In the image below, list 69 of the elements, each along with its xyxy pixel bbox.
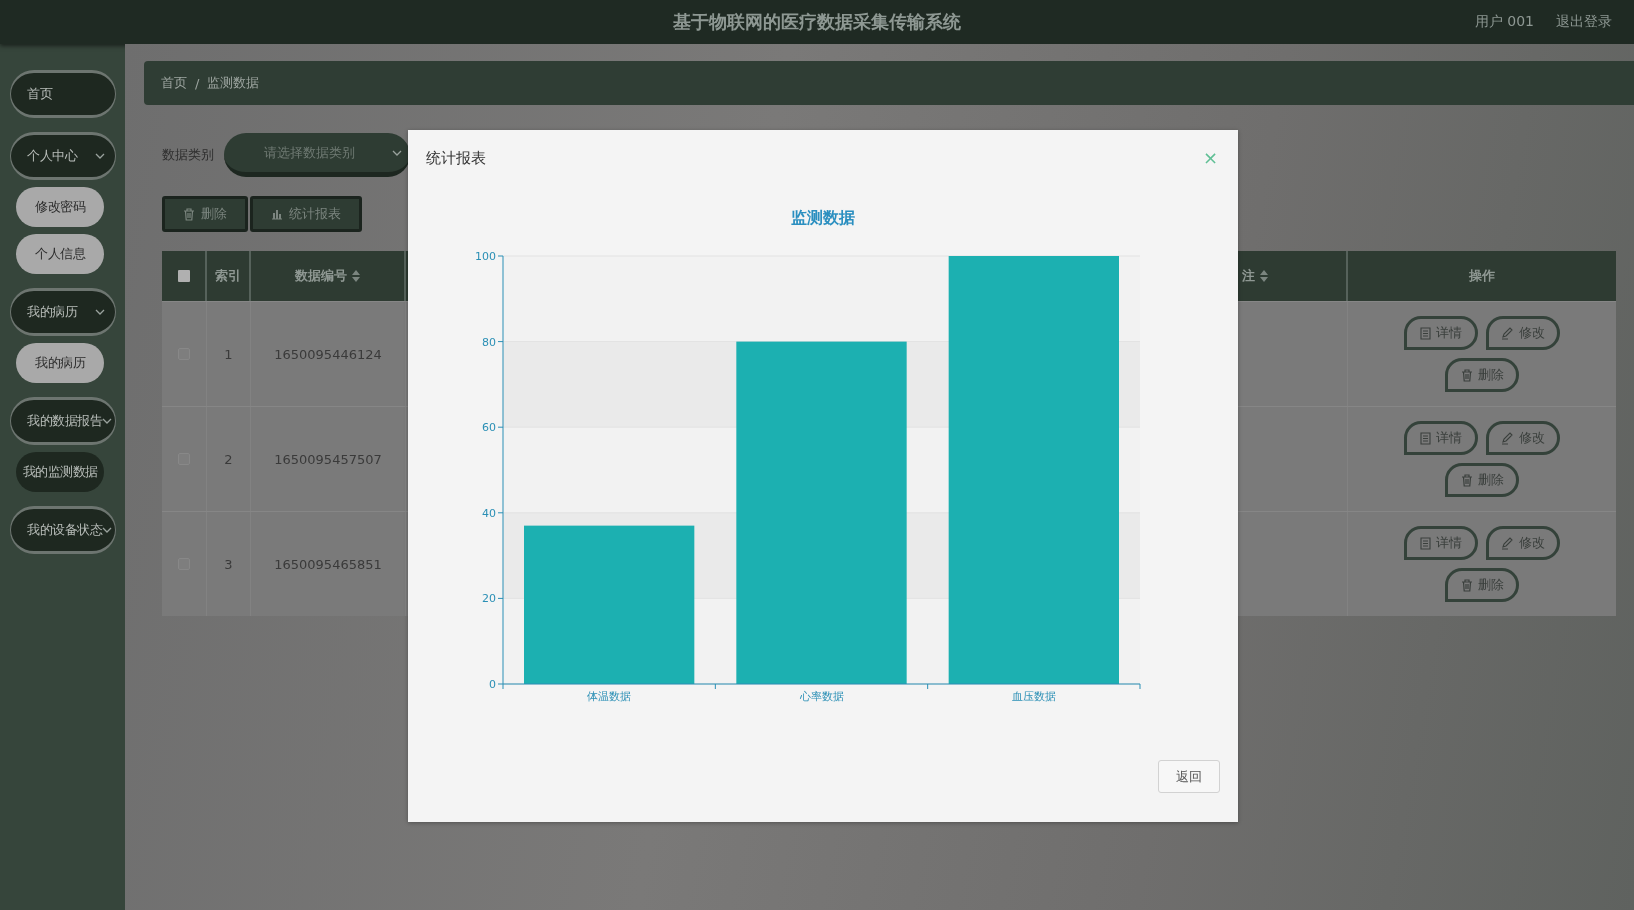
filter-label: 数据类别 bbox=[162, 146, 214, 164]
dialog-title: 统计报表 bbox=[426, 148, 486, 168]
chevron-icon bbox=[95, 309, 105, 315]
delete-button[interactable]: 删除 bbox=[1445, 568, 1519, 602]
chart-title: 监测数据 bbox=[791, 208, 855, 227]
axis-label: 40 bbox=[482, 506, 496, 520]
breadcrumb-link[interactable]: 监测数据 bbox=[207, 74, 260, 92]
data-number-cell: 1650095446124 bbox=[274, 346, 382, 362]
index-cell: 3 bbox=[224, 556, 233, 572]
column-header: 数据编号 bbox=[295, 267, 347, 285]
document-icon bbox=[1420, 326, 1431, 340]
detail-button[interactable]: 详情 bbox=[1404, 526, 1478, 560]
report-button[interactable]: 统计报表 bbox=[250, 196, 362, 232]
submenu-item[interactable]: 我的病历 bbox=[16, 343, 104, 383]
submenu-item[interactable]: 修改密码 bbox=[16, 187, 104, 227]
bar-chart-icon bbox=[271, 208, 283, 220]
edit-button[interactable]: 修改 bbox=[1486, 526, 1560, 560]
breadcrumb-separator: / bbox=[195, 75, 200, 91]
pencil-icon bbox=[1501, 326, 1514, 340]
delete-button[interactable]: 删除 bbox=[1445, 358, 1519, 392]
chevron-icon bbox=[102, 418, 112, 424]
column-header: 索引 bbox=[215, 267, 241, 285]
axis-label: 100 bbox=[475, 250, 496, 263]
menu-item[interactable]: 首页 bbox=[10, 70, 116, 118]
edit-button[interactable]: 修改 bbox=[1486, 316, 1560, 350]
logout-link[interactable]: 退出登录 bbox=[1556, 13, 1612, 31]
menu-item[interactable]: 个人中心 bbox=[10, 132, 116, 180]
delete-button[interactable]: 删除 bbox=[162, 196, 248, 232]
sort-icon bbox=[352, 270, 360, 282]
category-label: 心率数据 bbox=[799, 690, 844, 703]
menu-item[interactable]: 我的数据报告 bbox=[10, 397, 116, 445]
breadcrumb-link[interactable]: 首页 bbox=[161, 74, 187, 92]
select-all-checkbox[interactable] bbox=[177, 270, 190, 282]
delete-button[interactable]: 删除 bbox=[1445, 463, 1519, 497]
sort-icon bbox=[1260, 270, 1268, 282]
trash-icon bbox=[183, 207, 195, 221]
column-header: 操作 bbox=[1469, 267, 1495, 285]
menu-item[interactable]: 我的设备状态 bbox=[10, 506, 116, 554]
axis-label: 0 bbox=[489, 678, 496, 691]
axis-label: 60 bbox=[482, 421, 496, 435]
category-label: 体温数据 bbox=[587, 690, 632, 703]
index-cell: 1 bbox=[224, 346, 233, 362]
pencil-icon bbox=[1501, 536, 1514, 550]
pencil-icon bbox=[1501, 431, 1514, 445]
detail-button[interactable]: 详情 bbox=[1404, 421, 1478, 455]
edit-button[interactable]: 修改 bbox=[1486, 421, 1560, 455]
user-name: 用户 001 bbox=[1474, 13, 1534, 31]
axis-label: 20 bbox=[482, 592, 496, 606]
data-number-cell: 1650095465851 bbox=[274, 556, 382, 572]
data-number-cell: 1650095457507 bbox=[274, 451, 382, 467]
submenu-item[interactable]: 我的监测数据 bbox=[16, 452, 104, 492]
back-button[interactable]: 返回 bbox=[1158, 760, 1220, 793]
chevron-icon bbox=[392, 149, 402, 156]
column-header: 注 bbox=[1242, 267, 1255, 285]
document-icon bbox=[1420, 536, 1431, 550]
trash-icon bbox=[1460, 578, 1473, 592]
index-cell: 2 bbox=[224, 451, 233, 467]
chevron-icon bbox=[102, 527, 112, 533]
submenu-item[interactable]: 个人信息 bbox=[16, 234, 104, 274]
app-title: 基于物联网的医疗数据采集传输系统 bbox=[673, 10, 961, 34]
category-label: 血压数据 bbox=[1011, 690, 1056, 703]
category-select[interactable]: 请选择数据类别 bbox=[224, 133, 410, 177]
axis-label: 80 bbox=[482, 335, 496, 349]
menu-item[interactable]: 我的病历 bbox=[10, 288, 116, 336]
document-icon bbox=[1420, 431, 1431, 445]
detail-button[interactable]: 详情 bbox=[1404, 316, 1478, 350]
trash-icon bbox=[1460, 473, 1473, 487]
trash-icon bbox=[1460, 368, 1473, 382]
chevron-icon bbox=[95, 153, 105, 159]
